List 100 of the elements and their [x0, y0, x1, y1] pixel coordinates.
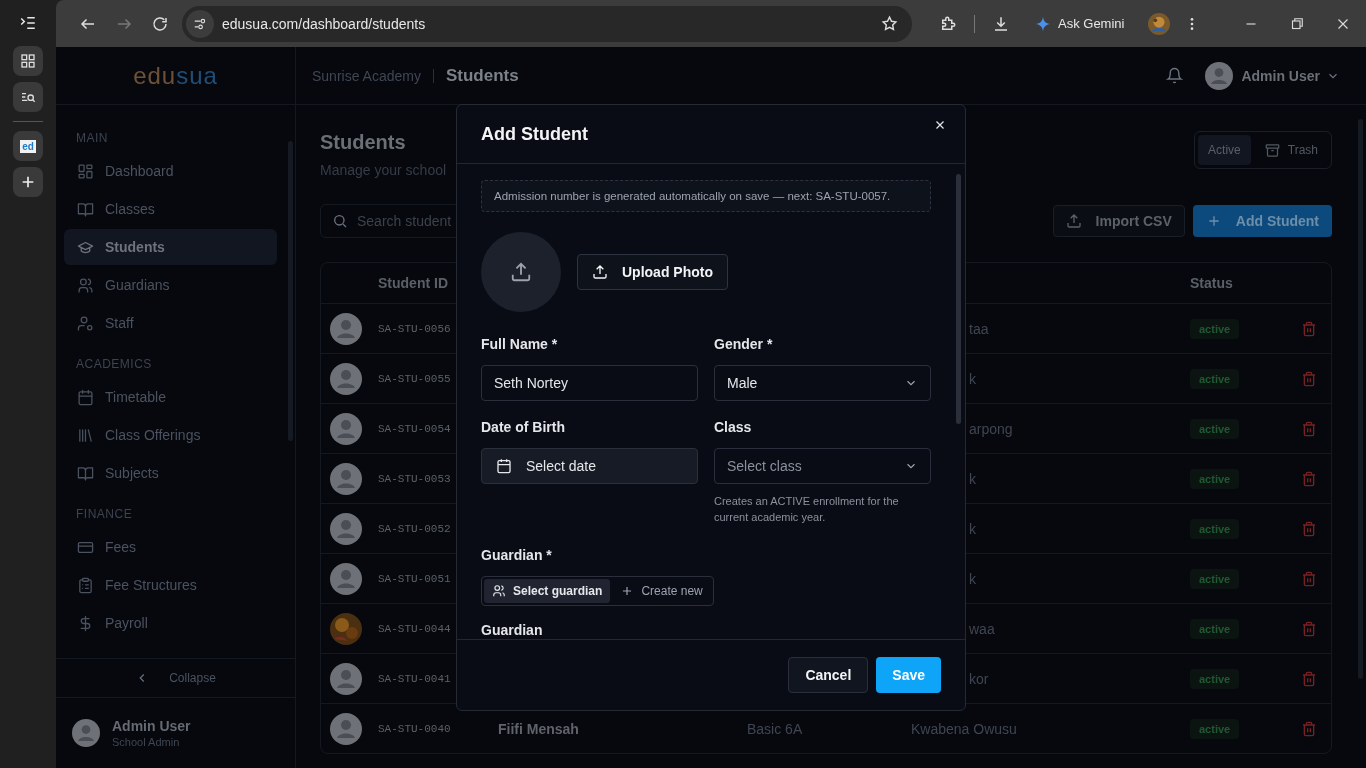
- users-icon: [492, 584, 506, 598]
- sidebar-item[interactable]: Class Offerings: [64, 417, 277, 453]
- view-tab[interactable]: Active: [1198, 135, 1251, 165]
- student-id: SA-STU-0040: [377, 722, 452, 735]
- plus-icon: [20, 174, 36, 190]
- page-subtitle: Manage your school: [320, 162, 447, 178]
- guardian-name: k: [969, 520, 976, 537]
- avatar-icon: [330, 362, 362, 395]
- site-settings-icon[interactable]: [193, 16, 207, 31]
- guardian-name: taa: [969, 320, 989, 337]
- sidebar-item[interactable]: Dashboard: [64, 153, 277, 189]
- sidebar-item[interactable]: Payroll: [64, 605, 277, 641]
- student-id: SA-STU-0056: [377, 322, 452, 335]
- full-name-field[interactable]: Seth Nortey: [481, 365, 698, 401]
- field-label: Class: [714, 419, 753, 435]
- sidebar-item[interactable]: Staff: [64, 305, 277, 341]
- address-bar[interactable]: edusua.com/dashboard/students: [182, 5, 912, 42]
- logo: edusua: [133, 61, 218, 90]
- dialog-title: Add Student: [481, 123, 588, 145]
- column-header: Status: [1189, 275, 1234, 291]
- sidebar-item[interactable]: Guardians: [64, 267, 277, 303]
- cancel-button[interactable]: Cancel: [788, 657, 869, 693]
- field-label: Date of Birth: [481, 419, 566, 435]
- student-id: SA-STU-0051: [377, 572, 452, 585]
- info-note: Admission number is generated automatically on save — next: SA-STU-0057.: [481, 180, 931, 212]
- guardian-name: k: [969, 570, 976, 587]
- library-icon: [77, 426, 94, 444]
- user-name[interactable]: Admin User: [1241, 67, 1320, 84]
- column-header: Student ID: [377, 275, 449, 291]
- bell-icon[interactable]: [1166, 67, 1184, 84]
- book-icon: [77, 464, 94, 482]
- student-name: Fiifi Mensah: [498, 720, 579, 737]
- add-student-button[interactable]: Add Student: [1192, 205, 1332, 237]
- search-icon: [332, 213, 348, 229]
- field-hint: Creates an ACTIVE enrollment for the current academic year.: [714, 494, 900, 525]
- gender-select[interactable]: Male: [714, 365, 931, 401]
- upload-icon: [592, 264, 608, 280]
- calendar-icon: [496, 458, 512, 474]
- avatar-icon: [330, 662, 362, 695]
- status-badge: active: [1190, 668, 1240, 689]
- page-title: Students: [445, 65, 519, 86]
- sidebar-item[interactable]: Classes: [64, 191, 277, 227]
- status-badge: active: [1190, 718, 1240, 739]
- bookmark-star-icon[interactable]: [881, 15, 898, 32]
- sidebar-item[interactable]: Fee Structures: [64, 567, 277, 603]
- download-icon[interactable]: [992, 14, 1010, 33]
- book-icon: [77, 200, 94, 218]
- status-badge: active: [1190, 368, 1240, 389]
- status-badge: active: [1190, 518, 1240, 539]
- avatar-icon: [330, 412, 362, 445]
- upload-icon: [1065, 213, 1082, 229]
- sidebar-item[interactable]: Fees: [64, 529, 277, 565]
- sidebar-item[interactable]: Students: [64, 229, 277, 265]
- guardian-name: k: [969, 370, 976, 387]
- page-heading: Students: [320, 131, 407, 154]
- view-tab[interactable]: Trash: [1254, 135, 1328, 165]
- tab-groups-button[interactable]: [13, 46, 43, 76]
- sidebar-item[interactable]: Subjects: [64, 455, 277, 491]
- archive-icon: [1264, 142, 1280, 158]
- avatar-icon: [330, 462, 362, 495]
- status-badge: active: [1190, 468, 1240, 489]
- status-badge: active: [1190, 418, 1240, 439]
- tab-strip-toggle-icon[interactable]: [19, 14, 37, 32]
- extensions-icon[interactable]: [939, 14, 957, 33]
- users-icon: [77, 276, 94, 294]
- avatar-icon[interactable]: [1205, 61, 1234, 90]
- user-role: School Admin: [112, 736, 181, 748]
- class-select[interactable]: Select class: [714, 448, 931, 484]
- status-badge: active: [1190, 318, 1240, 339]
- class-name: Basic 6A: [747, 720, 803, 737]
- new-tab-button[interactable]: [13, 167, 43, 197]
- guardian-option-tab[interactable]: Select guardian: [484, 579, 611, 603]
- field-label: Guardian: [481, 622, 544, 638]
- guardian-name: Kwabena Owusu: [911, 720, 1017, 737]
- school-name: Sunrise Academy: [312, 67, 421, 84]
- save-button[interactable]: Save: [876, 657, 941, 693]
- guardian-name: k: [969, 470, 976, 487]
- browser-tab[interactable]: ed: [13, 131, 43, 161]
- field-label: Guardian *: [481, 547, 553, 563]
- upload-photo-button[interactable]: Upload Photo: [577, 254, 728, 290]
- guardian-name: arpong: [969, 420, 1013, 437]
- collapse-button[interactable]: Collapse: [56, 658, 295, 698]
- sidebar-item[interactable]: Timetable: [64, 379, 277, 415]
- clipboard-icon: [77, 576, 94, 594]
- section-heading: ACADEMICS: [75, 357, 153, 371]
- status-badge: active: [1190, 618, 1240, 639]
- guardian-name: waa: [969, 620, 995, 637]
- import-csv-button[interactable]: Import CSV: [1052, 205, 1185, 237]
- avatar-icon: [330, 512, 362, 545]
- date-picker-button[interactable]: Select date: [481, 448, 698, 484]
- avatar-icon: [330, 312, 362, 345]
- reload-icon[interactable]: [151, 14, 169, 33]
- section-heading: FINANCE: [75, 507, 134, 521]
- student-id: SA-STU-0052: [377, 522, 452, 535]
- user-gear-icon: [77, 314, 94, 332]
- calendar-icon: [77, 388, 94, 406]
- grid-icon: [77, 162, 94, 180]
- ask-gemini-button[interactable]: Ask Gemini: [1029, 14, 1131, 33]
- search-tabs-button[interactable]: [13, 82, 43, 112]
- guardian-option-tab[interactable]: Create new: [612, 579, 711, 603]
